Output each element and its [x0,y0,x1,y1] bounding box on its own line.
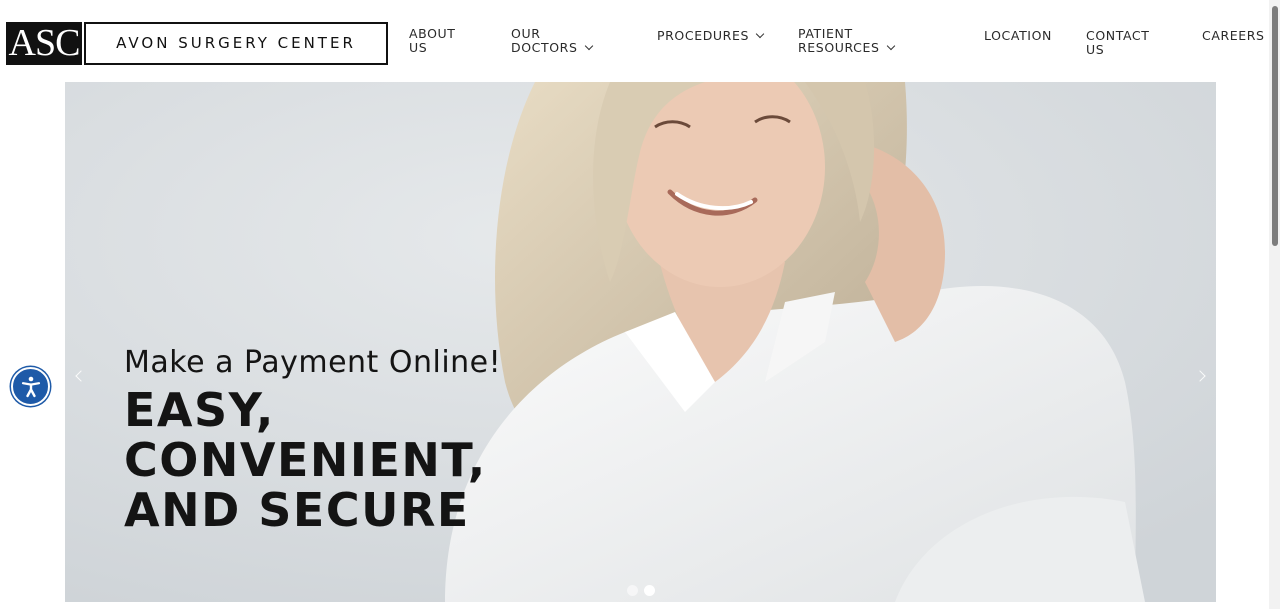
chevron-down-icon [584,41,593,51]
nav-contact-us-line-2: US [1086,42,1105,57]
nav-location[interactable]: LOCATION [984,29,1052,43]
page-scrollbar[interactable] [1269,0,1280,609]
nav-patient-resources-line-1: PATIENT [798,26,853,41]
nav-patient-resources[interactable]: PATIENT RESOURCES [798,26,895,55]
nav-procedures-label: PROCEDURES [657,28,749,43]
hero-headline-line-1: EASY, [124,383,275,437]
nav-location-label: LOCATION [984,28,1052,43]
logo-mark: ASC [6,22,82,65]
accessibility-button[interactable] [11,367,50,406]
nav-our-doctors-line-2: DOCTORS [511,40,578,55]
nav-our-doctors[interactable]: OUR DOCTORS [511,26,593,55]
nav-careers[interactable]: CAREERS [1202,29,1265,43]
site-logo[interactable]: ASC AVON SURGERY CENTER [6,22,388,65]
hero-subtitle: Make a Payment Online! [124,345,502,380]
accessibility-icon [21,376,40,397]
chevron-down-icon [755,29,765,39]
chevron-down-icon [886,41,895,51]
nav-patient-resources-line-2: RESOURCES [798,40,880,55]
hero-slider: Make a Payment Online! EASY, CONVENIENT,… [65,82,1216,602]
logo-wordmark: AVON SURGERY CENTER [84,22,388,65]
nav-careers-label: CAREERS [1202,28,1265,43]
scrollbar-thumb[interactable] [1272,6,1278,246]
hero-caption: Make a Payment Online! EASY, CONVENIENT,… [124,345,501,535]
slide-dot-2[interactable] [644,585,655,596]
nav-contact-us-line-1: CONTACT [1086,28,1150,43]
nav-about-us-line-1: ABOUT [409,26,456,41]
nav-about-us[interactable]: ABOUT US [409,27,456,55]
slider-pagination [627,585,655,596]
hero-headline-line-2: CONVENIENT, [124,433,487,487]
nav-our-doctors-line-1: OUR [511,26,541,41]
hero-headline: EASY, CONVENIENT, AND SECURE [124,385,501,535]
slide-dot-1[interactable] [627,585,638,596]
nav-about-us-line-2: US [409,40,428,55]
nav-contact-us[interactable]: CONTACT US [1086,29,1149,57]
nav-procedures[interactable]: PROCEDURES [657,28,765,43]
hero-headline-line-3: AND SECURE [124,483,470,537]
